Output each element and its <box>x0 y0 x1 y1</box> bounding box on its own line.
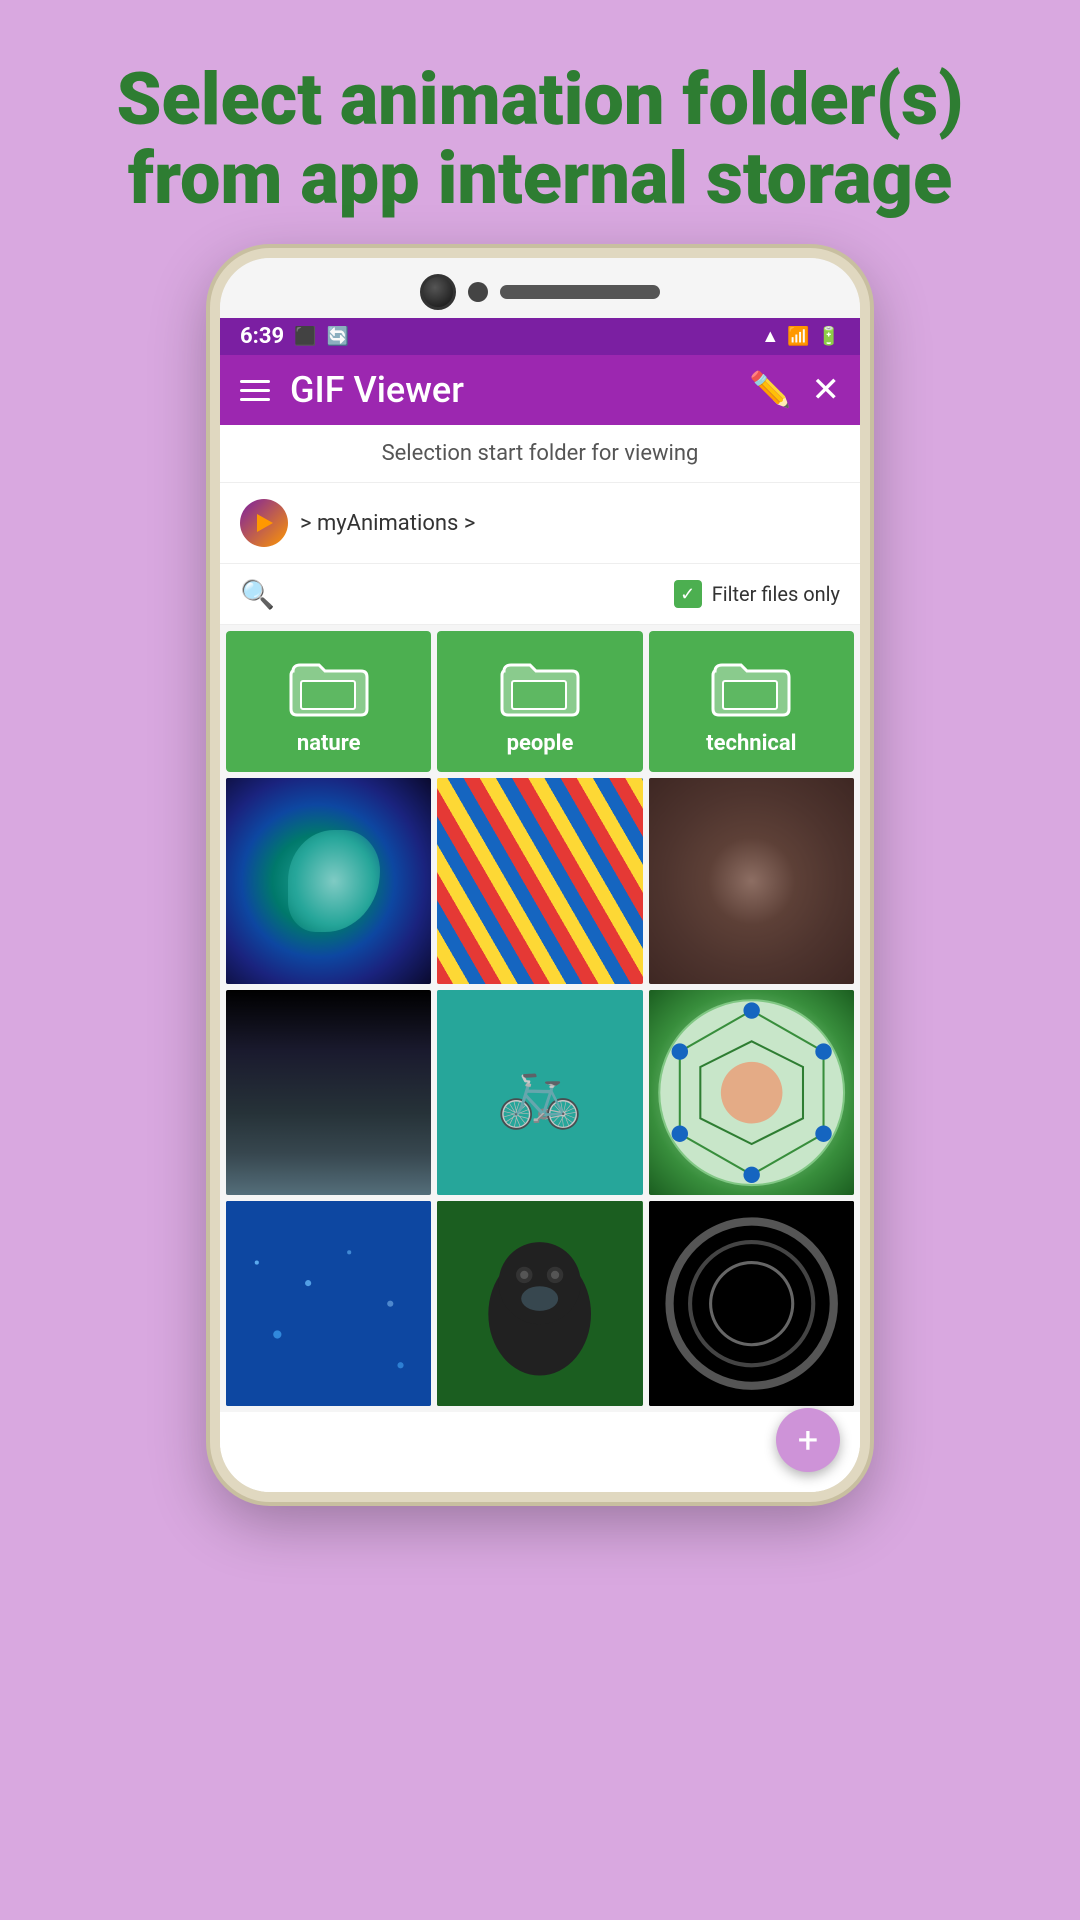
camera-dot <box>468 282 488 302</box>
image-geo[interactable] <box>649 990 854 1195</box>
screenshot-icon: ⬛ <box>294 326 316 347</box>
folder-people[interactable]: people <box>437 631 642 772</box>
filter-checkbox[interactable]: ✓ <box>674 580 702 608</box>
image-pattern[interactable] <box>437 778 642 983</box>
folder-icon <box>289 655 369 719</box>
folder-technical[interactable]: technical <box>649 631 854 772</box>
gorilla-svg <box>437 1201 642 1406</box>
camera-lens <box>420 274 456 310</box>
folder-icon <box>711 655 791 719</box>
phone-camera-area <box>220 258 860 318</box>
heading-line1: Select animation folder(s) <box>116 60 963 139</box>
folder-nature[interactable]: nature <box>226 631 431 772</box>
sync-icon: 🔄 <box>327 326 349 347</box>
folder-people-label: people <box>507 731 574 756</box>
close-icon[interactable]: ✕ <box>812 370 841 410</box>
phone-frame: 6:39 ⬛ 🔄 ▲ 📶 🔋 GIF Viewer ✏️ ✕ Selection <box>210 248 870 1502</box>
speaker-grille <box>500 285 660 299</box>
filter-checkbox-area[interactable]: ✓ Filter files only <box>674 580 840 608</box>
breadcrumb-text: > myAnimations > <box>300 511 475 536</box>
search-icon: 🔍 <box>240 578 275 611</box>
status-left: 6:39 ⬛ 🔄 <box>240 324 349 349</box>
battery-icon: 🔋 <box>818 326 840 347</box>
filter-label: Filter files only <box>712 582 840 606</box>
wifi-icon: ▲ <box>761 326 779 347</box>
status-time: 6:39 <box>240 324 284 349</box>
search-bar: 🔍 ✓ Filter files only <box>220 564 860 625</box>
image-brown-pattern[interactable] <box>649 778 854 983</box>
search-input[interactable] <box>287 576 662 612</box>
breadcrumb-bar[interactable]: > myAnimations > <box>220 483 860 564</box>
fab-plus-icon: + <box>798 1419 818 1461</box>
app-content: Selection start folder for viewing > myA… <box>220 425 860 1492</box>
status-bar: 6:39 ⬛ 🔄 ▲ 📶 🔋 <box>220 318 860 355</box>
signal-icon: 📶 <box>787 326 809 347</box>
underwater-svg <box>226 1201 431 1406</box>
image-dark-circle[interactable] <box>649 1201 854 1406</box>
fab-button[interactable]: + <box>776 1408 840 1472</box>
app-toolbar: GIF Viewer ✏️ ✕ <box>220 355 860 425</box>
geo-svg <box>649 990 854 1195</box>
image-underwater[interactable] <box>226 1201 431 1406</box>
fab-area: + <box>220 1412 860 1492</box>
image-bike[interactable] <box>437 990 642 1195</box>
page-heading: Select animation folder(s) from app inte… <box>56 0 1023 248</box>
edit-icon[interactable]: ✏️ <box>749 370 791 410</box>
image-space[interactable] <box>226 990 431 1195</box>
folder-nature-label: nature <box>297 731 361 756</box>
dark-circle-svg <box>649 1201 854 1406</box>
image-earth[interactable] <box>226 778 431 983</box>
subtitle-bar: Selection start folder for viewing <box>220 425 860 483</box>
app-logo <box>240 499 288 547</box>
image-gorilla[interactable] <box>437 1201 642 1406</box>
subtitle-text: Selection start folder for viewing <box>382 441 699 466</box>
menu-button[interactable] <box>240 380 270 401</box>
folder-technical-label: technical <box>706 731 796 756</box>
phone-screen: 6:39 ⬛ 🔄 ▲ 📶 🔋 GIF Viewer ✏️ ✕ Selection <box>220 318 860 1492</box>
toolbar-title: GIF Viewer <box>290 369 729 411</box>
folder-icon <box>500 655 580 719</box>
heading-line2: from app internal storage <box>116 139 963 218</box>
status-right: ▲ 📶 🔋 <box>761 326 840 347</box>
file-grid: nature people technical <box>220 625 860 1412</box>
